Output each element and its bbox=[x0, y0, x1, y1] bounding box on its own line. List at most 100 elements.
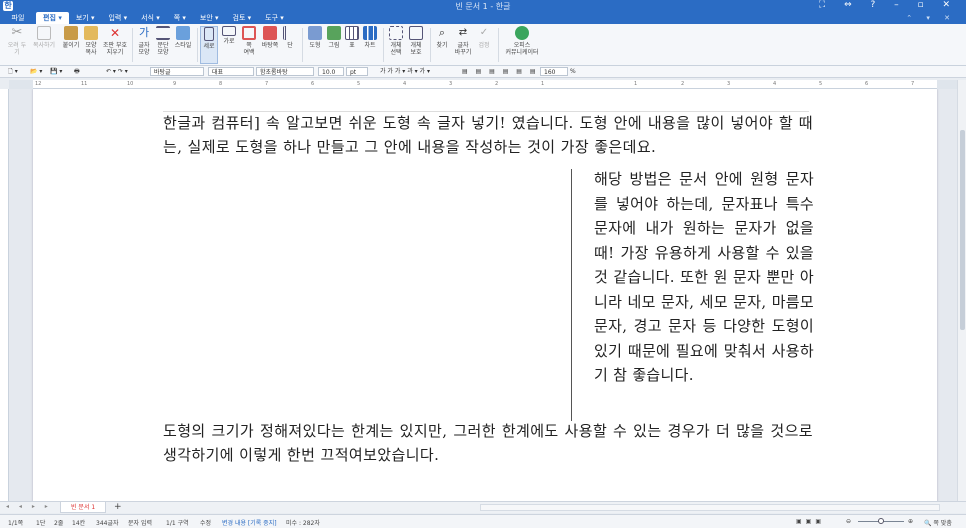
ribbon-collapse-controls[interactable]: ⌃ ▾ ✕ bbox=[906, 14, 956, 22]
new-doc-icon[interactable]: 🗋 ▾ bbox=[8, 67, 18, 76]
communicator-icon bbox=[515, 26, 529, 40]
scrollbar-thumb[interactable] bbox=[960, 130, 965, 330]
menu-bar: 파일 편집 ▾ 보기 ▾ 입력 ▾ 서식 ▾ 쪽 ▾ 보안 ▾ 검토 ▾ 도구 … bbox=[0, 12, 966, 24]
vertical-ruler[interactable] bbox=[0, 89, 9, 501]
menu-security[interactable]: 보안 ▾ bbox=[193, 13, 226, 23]
landscape-button[interactable]: 가로 bbox=[220, 26, 238, 64]
language-select[interactable]: 대표 bbox=[208, 67, 254, 76]
ruler-tick: 6 bbox=[311, 81, 315, 87]
paragraph-3[interactable]: 도형의 크기가 정해져있다는 한계는 있지만, 그러한 한계에도 사용할 수 있… bbox=[163, 419, 813, 467]
ruler-tick: 8 bbox=[219, 81, 223, 87]
zoom-out-icon[interactable]: ⊖ bbox=[846, 518, 851, 525]
clear-format-icon: ✕ bbox=[109, 26, 121, 40]
landscape-icon bbox=[222, 26, 236, 36]
ruler-margin-left bbox=[9, 80, 33, 89]
columns-button[interactable]: 단 bbox=[282, 26, 298, 64]
font-unit-select[interactable]: pt bbox=[346, 67, 368, 76]
ruler-tick: 1 bbox=[634, 81, 638, 87]
text-box-border[interactable] bbox=[571, 169, 572, 421]
master-page-button[interactable]: 바탕쪽 bbox=[260, 26, 280, 64]
print-icon[interactable]: 🖶 bbox=[74, 67, 80, 76]
ruler-tick: 9 bbox=[173, 81, 177, 87]
save-icon[interactable]: 💾 ▾ bbox=[50, 67, 62, 76]
select-object-button[interactable]: 개체 선택 bbox=[387, 26, 405, 64]
horizontal-ruler[interactable]: 12 11 10 9 8 7 6 5 4 3 2 1 1 2 3 4 5 6 7 bbox=[9, 80, 957, 89]
font-size-input[interactable]: 10.0 bbox=[318, 67, 344, 76]
ruler-tick: 4 bbox=[403, 81, 407, 87]
select-object-icon bbox=[389, 26, 403, 40]
menu-file[interactable]: 파일 bbox=[0, 13, 36, 23]
char-format-buttons[interactable]: 가 가 가 ▾ 과 ▾ 가 ▾ bbox=[380, 67, 430, 76]
ribbon-separator bbox=[430, 28, 431, 62]
ribbon-separator bbox=[383, 28, 384, 62]
menu-format[interactable]: 서식 ▾ bbox=[134, 13, 167, 23]
window-controls[interactable]: ⛶ ⇔ ? – ▫ ✕ bbox=[819, 0, 958, 10]
undo-icon[interactable]: ↶ ▾ ↷ ▾ bbox=[106, 67, 128, 76]
status-track-changes[interactable]: 변경 내용 [기록 중지] bbox=[222, 518, 277, 527]
style-select[interactable]: 바탕글 bbox=[150, 67, 204, 76]
find-button[interactable]: ⌕ 찾기 bbox=[434, 26, 450, 64]
status-column: 14칸 bbox=[72, 520, 86, 527]
document-canvas[interactable]: 한글과 컴퓨터] 속 알고보면 쉬운 도형 속 글자 넣기! 였습니다. 도형 … bbox=[9, 89, 957, 501]
format-painter-icon bbox=[84, 26, 98, 40]
vertical-scrollbar[interactable] bbox=[957, 80, 966, 501]
menu-tools[interactable]: 도구 ▾ bbox=[258, 13, 291, 23]
cut-button[interactable]: ✂ 오려 두기 bbox=[6, 26, 28, 64]
format-copy-button[interactable]: 모양 복사 bbox=[82, 26, 100, 64]
picture-button[interactable]: 그림 bbox=[325, 26, 343, 64]
document-tab-bar: ◂ ◂ ▸ ▸ 빈 문서 1 + bbox=[0, 501, 966, 513]
scissors-icon: ✂ bbox=[11, 25, 23, 40]
spell-check-button[interactable]: ✓ 검정 bbox=[476, 26, 492, 64]
portrait-button[interactable]: 세로 bbox=[200, 26, 218, 64]
status-page: 1/1쪽 bbox=[8, 520, 24, 527]
master-page-icon bbox=[263, 26, 277, 40]
zoom-slider-knob[interactable] bbox=[878, 518, 884, 524]
char-shape-button[interactable]: 가 글자 모양 bbox=[135, 26, 153, 64]
shape-text-box[interactable]: 해당 방법은 문서 안에 원형 문자를 넣어야 하는데, 문자표나 특수 문자에… bbox=[594, 167, 814, 388]
copy-button[interactable]: 복사하기 bbox=[30, 26, 58, 64]
fit-page-button[interactable]: 🔍 쪽 맞춤 bbox=[924, 518, 952, 527]
horizontal-scrollbar[interactable] bbox=[480, 504, 940, 511]
menu-review[interactable]: 검토 ▾ bbox=[226, 13, 259, 23]
ruler-tick: 7 bbox=[911, 81, 915, 87]
menu-edit[interactable]: 편집 ▾ bbox=[36, 12, 69, 24]
status-input-mode[interactable]: 문자 입력 bbox=[128, 518, 152, 527]
open-icon[interactable]: 📂 ▾ bbox=[30, 67, 42, 76]
align-buttons[interactable]: ▤ ▤ ▤ ▤ ▤ ▤ bbox=[462, 67, 539, 76]
paste-button[interactable]: 붙이기 bbox=[60, 26, 82, 64]
paragraph-1[interactable]: 한글과 컴퓨터] 속 알고보면 쉬운 도형 속 글자 넣기! 였습니다. 도형 … bbox=[163, 111, 813, 159]
menu-view[interactable]: 보기 ▾ bbox=[69, 13, 102, 23]
ruler-tick: 4 bbox=[773, 81, 777, 87]
menu-page[interactable]: 쪽 ▾ bbox=[167, 13, 193, 23]
ruler-tick: 3 bbox=[727, 81, 731, 87]
picture-icon bbox=[327, 26, 341, 40]
chart-button[interactable]: 차트 bbox=[361, 26, 379, 64]
zoom-input[interactable]: 160 bbox=[540, 67, 568, 76]
office-communicator-button[interactable]: 오피스 커뮤니케이터 bbox=[502, 26, 542, 64]
style-button[interactable]: 스타일 bbox=[173, 26, 193, 64]
ruler-margin-right bbox=[937, 80, 957, 89]
char-shape-icon: 가 bbox=[138, 26, 150, 39]
document-page[interactable]: 한글과 컴퓨터] 속 알고보면 쉬운 도형 속 글자 넣기! 였습니다. 도형 … bbox=[33, 89, 937, 501]
status-bar: 1/1쪽 1단 2줄 14칸 344글자 문자 입력 1/1 구역 수정 변경 … bbox=[0, 514, 966, 528]
protect-object-button[interactable]: 개체 보호 bbox=[407, 26, 425, 64]
tab-document-1[interactable]: 빈 문서 1 bbox=[60, 502, 107, 513]
replace-button[interactable]: ⇄ 글자 바꾸기 bbox=[452, 26, 474, 64]
view-mode-buttons[interactable]: ▣▣▣ bbox=[796, 518, 825, 525]
zoom-in-icon[interactable]: ⊕ bbox=[908, 518, 913, 525]
status-char-count: 344글자 bbox=[96, 520, 119, 527]
add-tab-button[interactable]: + bbox=[114, 502, 122, 513]
para-shape-button[interactable]: 문단 모양 bbox=[154, 26, 172, 64]
ruler-tick: 5 bbox=[357, 81, 361, 87]
clear-format-button[interactable]: ✕ 조판 부호 지우기 bbox=[101, 26, 129, 64]
table-button[interactable]: 표 bbox=[344, 26, 360, 64]
menu-insert[interactable]: 입력 ▾ bbox=[101, 13, 134, 23]
page-margin-button[interactable]: 쪽 여백 bbox=[240, 26, 258, 64]
shape-button[interactable]: 도형 bbox=[306, 26, 324, 64]
tab-nav-arrows[interactable]: ◂ ◂ ▸ ▸ bbox=[6, 503, 52, 510]
status-edit-mode[interactable]: 수정 bbox=[200, 518, 211, 527]
font-select[interactable]: 함초롬바탕 bbox=[256, 67, 314, 76]
paste-icon bbox=[64, 26, 78, 40]
columns-icon bbox=[283, 26, 297, 40]
table-icon bbox=[345, 26, 359, 40]
